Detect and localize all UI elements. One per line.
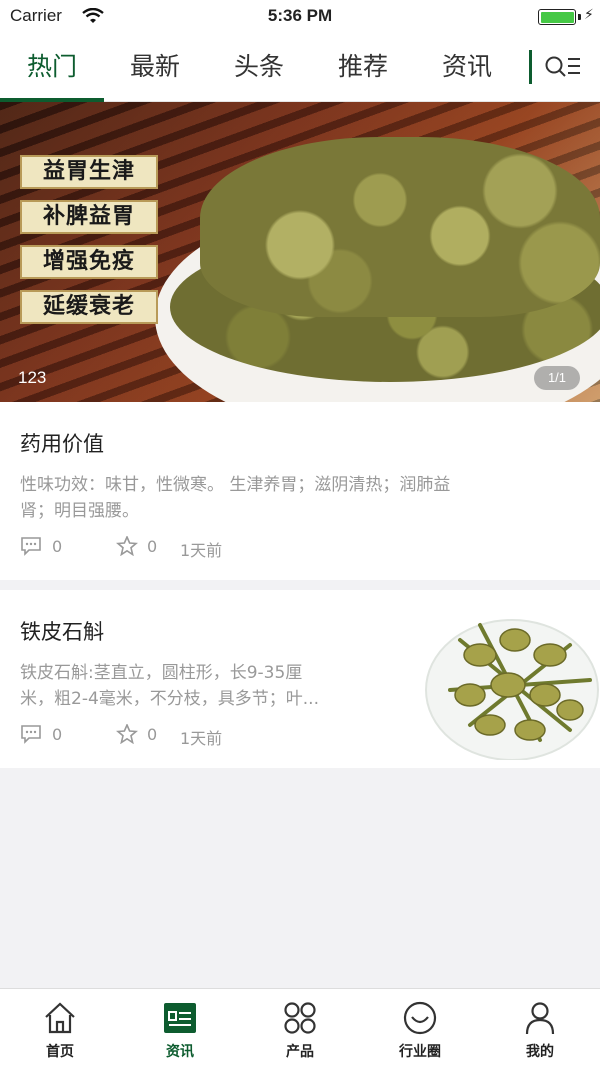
category-tabs: 热门 最新 头条 推荐 资讯 (0, 34, 600, 102)
article-time: 1天前 (180, 541, 223, 560)
home-icon (45, 1002, 75, 1034)
nav-item-profile[interactable]: 我的 (490, 989, 590, 1067)
banner-label: 益胃生津 (20, 155, 158, 189)
news-icon (164, 1003, 196, 1033)
article-thumbnail (425, 619, 599, 760)
nav-item-products[interactable]: 产品 (250, 989, 350, 1067)
article-meta: 0 0 1天前 (20, 724, 400, 748)
banner-label: 延缓衰老 (20, 290, 158, 324)
banner-carousel[interactable]: 益胃生津 补脾益胃 增强免疫 延缓衰老 123 1/1 (0, 102, 600, 402)
nav-label: 资讯 (166, 1044, 194, 1060)
tab-hot[interactable]: 热门 (7, 34, 97, 102)
bottom-navigation: 首页 资讯 产品 行业圈 我的 (0, 988, 600, 1067)
article-summary: 性味功效：味甘，性微寒。 生津养胃；滋阴清热；润肺益 肾；明目强腰。 (20, 472, 580, 524)
tab-divider (529, 50, 532, 84)
clock: 5:36 PM (267, 6, 333, 25)
status-bar: Carrier 5:36 PM ⚡ (0, 0, 600, 34)
star-icon[interactable] (116, 536, 138, 556)
nav-label: 首页 (46, 1044, 74, 1060)
tab-recommended[interactable]: 推荐 (318, 34, 408, 102)
article-title: 药用价值 (20, 432, 104, 456)
article-summary-line: 铁皮石斛:茎直立，圆柱形，长9-35厘 (20, 663, 303, 683)
article-card[interactable]: 药用价值 性味功效：味甘，性微寒。 生津养胃；滋阴清热；润肺益 肾；明目强腰。 … (0, 402, 600, 580)
star-icon[interactable] (116, 724, 138, 744)
battery-nub (578, 14, 581, 20)
comment-count: 0 (52, 725, 63, 744)
charging-icon: ⚡ (584, 7, 594, 23)
nav-item-home[interactable]: 首页 (10, 989, 110, 1067)
tab-headlines[interactable]: 头条 (214, 34, 304, 102)
banner-page-indicator: 1/1 (534, 366, 580, 390)
article-time: 1天前 (180, 729, 223, 748)
nav-item-industry-circle[interactable]: 行业圈 (370, 989, 470, 1067)
article-card[interactable]: 铁皮石斛 铁皮石斛:茎直立，圆柱形，长9-35厘 米，粗2-4毫米，不分枝，具多… (0, 590, 600, 768)
banner-herb-pile-image (200, 137, 600, 317)
products-icon (284, 1002, 316, 1034)
search-menu-icon[interactable] (544, 54, 582, 82)
like-count: 0 (147, 537, 158, 556)
tab-latest[interactable]: 最新 (110, 34, 200, 102)
circle-icon (403, 1001, 437, 1035)
comment-icon[interactable] (20, 536, 42, 556)
banner-caption: 123 (18, 368, 47, 387)
comment-count: 0 (52, 537, 63, 556)
nav-label: 我的 (526, 1044, 554, 1060)
article-summary: 铁皮石斛:茎直立，圆柱形，长9-35厘 米，粗2-4毫米，不分枝，具多节；叶..… (20, 660, 400, 712)
article-summary-line: 米，粗2-4毫米，不分枝，具多节；叶... (20, 689, 319, 709)
nav-label: 产品 (286, 1044, 314, 1060)
banner-label: 增强免疫 (20, 245, 158, 279)
article-summary-line: 性味功效：味甘，性微寒。 生津养胃；滋阴清热；润肺益 (20, 475, 451, 495)
article-summary-line: 肾；明目强腰。 (20, 501, 139, 521)
battery-icon (538, 9, 576, 25)
banner-label: 补脾益胃 (20, 200, 158, 234)
article-meta: 0 0 1天前 (20, 536, 420, 560)
tab-news[interactable]: 资讯 (422, 34, 512, 102)
like-count: 0 (147, 725, 158, 744)
nav-label: 行业圈 (399, 1044, 441, 1060)
profile-icon (525, 1002, 555, 1035)
comment-icon[interactable] (20, 724, 42, 744)
article-title: 铁皮石斛 (20, 620, 104, 644)
nav-item-news[interactable]: 资讯 (130, 989, 230, 1067)
